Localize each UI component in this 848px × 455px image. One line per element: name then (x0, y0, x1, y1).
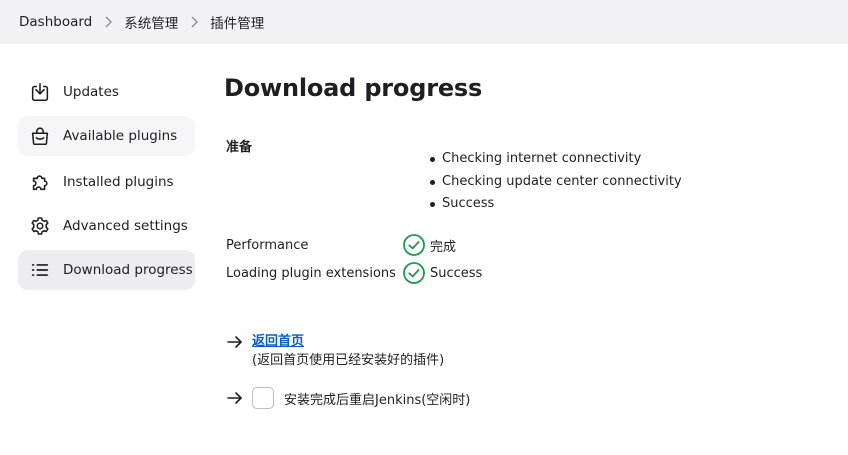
home-link[interactable]: 返回首页 (252, 333, 444, 351)
status-row-loading-extensions: Loading plugin extensions Success (226, 261, 626, 285)
page-title: Download progress (224, 74, 483, 102)
list-item: Checking internet connectivity (430, 148, 682, 171)
sidebar-item-label: Installed plugins (63, 174, 174, 190)
breadcrumb-dashboard[interactable]: Dashboard (19, 14, 92, 30)
sidebar-item-label: Available plugins (63, 128, 178, 144)
sidebar-item-advanced-settings[interactable]: Advanced settings (18, 206, 195, 246)
puzzle-icon (29, 171, 51, 193)
sidebar-item-download-progress[interactable]: Download progress (18, 250, 195, 290)
home-link-note: (返回首页使用已经安装好的插件) (252, 353, 445, 368)
list-item: Success (430, 193, 682, 216)
sidebar-item-label: Download progress (63, 262, 193, 278)
preparation-steps: Checking internet connectivity Checking … (430, 148, 682, 216)
gear-icon (29, 215, 51, 237)
home-link-row: 返回首页 (返回首页使用已经安装好的插件) (226, 333, 444, 371)
breadcrumb: Dashboard 系统管理 插件管理 (0, 0, 848, 44)
arrow-right-icon (226, 389, 244, 407)
shopping-bag-icon (29, 125, 51, 147)
sidebar-item-available-plugins[interactable]: Available plugins (18, 116, 195, 156)
preparation-label: 准备 (226, 140, 253, 155)
sidebar-item-label: Advanced settings (63, 218, 188, 234)
status-value: Success (430, 265, 483, 281)
list-icon (29, 259, 51, 281)
chevron-right-icon (94, 14, 122, 30)
arrow-right-icon (226, 333, 244, 351)
restart-checkbox[interactable] (252, 387, 274, 409)
sidebar-item-updates[interactable]: Updates (18, 72, 195, 112)
sidebar-item-installed-plugins[interactable]: Installed plugins (18, 162, 195, 202)
status-name: Loading plugin extensions (226, 265, 396, 281)
list-item: Checking update center connectivity (430, 171, 682, 194)
status-row-performance: Performance 完成 (226, 233, 626, 257)
restart-checkbox-label[interactable]: 安装完成后重启Jenkins(空闲时) (284, 389, 470, 408)
breadcrumb-system-admin[interactable]: 系统管理 (124, 12, 178, 32)
download-icon (29, 81, 51, 103)
status-value: 完成 (430, 239, 457, 255)
status-name: Performance (226, 237, 309, 253)
restart-option-row: 安装完成后重启Jenkins(空闲时) (226, 387, 470, 409)
chevron-right-icon (180, 14, 208, 30)
check-circle-icon (402, 261, 426, 285)
sidebar-item-label: Updates (63, 84, 119, 100)
breadcrumb-plugin-manager[interactable]: 插件管理 (210, 12, 264, 32)
check-circle-icon (402, 233, 426, 257)
